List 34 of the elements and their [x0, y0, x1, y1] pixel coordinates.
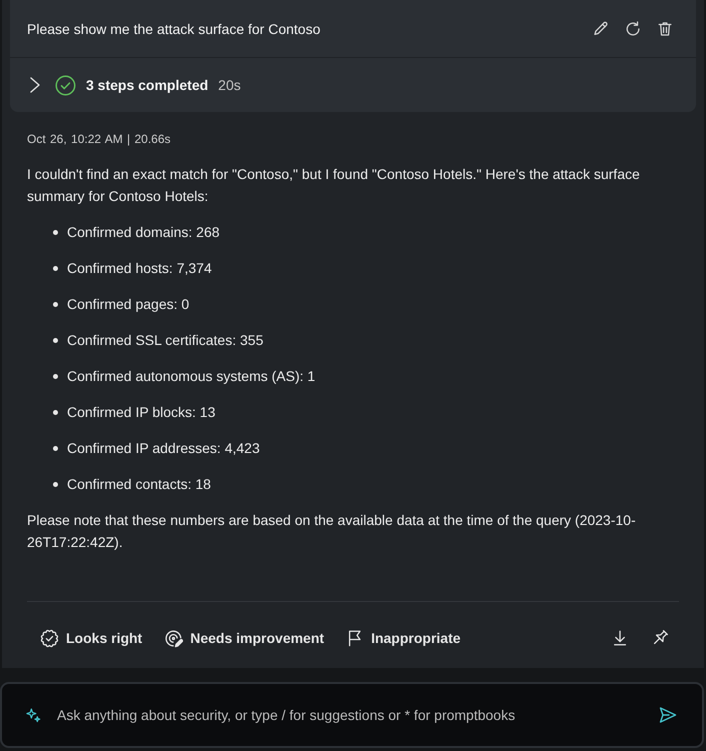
badge-check-icon	[40, 628, 59, 648]
list-item-text: Confirmed domains: 268	[67, 223, 220, 242]
list-item-text: Confirmed pages: 0	[67, 295, 190, 314]
list-item-text: Confirmed IP blocks: 13	[67, 403, 216, 422]
bullet-icon	[53, 482, 58, 486]
pencil-icon	[592, 20, 610, 38]
response-note: Please note that these numbers are based on the available data at the time of the query (2023-10-26T17:22:42Z).	[27, 511, 637, 552]
bullet-icon	[53, 374, 58, 378]
bullet-icon	[53, 266, 58, 270]
bullet-icon	[53, 410, 58, 414]
sparkle-icon	[25, 706, 42, 724]
feedback-button[interactable]: Needs improvement	[156, 622, 332, 654]
feedback-button[interactable]: Looks right	[32, 622, 150, 654]
send-icon	[658, 705, 678, 725]
prompt-composer[interactable]: Ask anything about security, or type / for suggestions or * for promptbooks	[0, 682, 704, 748]
list-item-text: Confirmed autonomous systems (AS): 1	[67, 367, 316, 386]
refresh-icon	[624, 20, 642, 38]
bullet-icon	[53, 302, 58, 306]
response-paragraph: I couldn't find an exact match for "Contoso," but I found "Contoso Hotels." Here's the attack surface summary for Contoso Hotels:	[27, 165, 641, 206]
bullet-icon	[53, 230, 58, 234]
steps-duration: 20s	[218, 77, 241, 93]
bullet-icon	[53, 446, 58, 450]
list-item-text: Confirmed SSL certificates: 355	[67, 331, 264, 350]
response-timestamp: Oct 26, 10:22 AM | 20.66s	[27, 131, 172, 147]
feedback-button[interactable]: Inappropriate	[338, 622, 469, 654]
bullet-icon	[53, 338, 58, 342]
list-item-text: Confirmed IP addresses: 4,423	[67, 439, 260, 458]
target-pencil-icon	[164, 628, 184, 648]
list-item-text: Confirmed contacts: 18	[67, 475, 211, 494]
prompt-input-field[interactable]: Ask anything about security, or type / for suggestions or * for promptbooks	[57, 704, 656, 726]
steps-status: 3 steps completed	[86, 77, 208, 93]
list-item-text: Confirmed hosts: 7,374	[67, 259, 212, 278]
trash-icon	[656, 20, 674, 38]
prompt-text: Please show me the attack surface for Contoso	[27, 20, 322, 36]
